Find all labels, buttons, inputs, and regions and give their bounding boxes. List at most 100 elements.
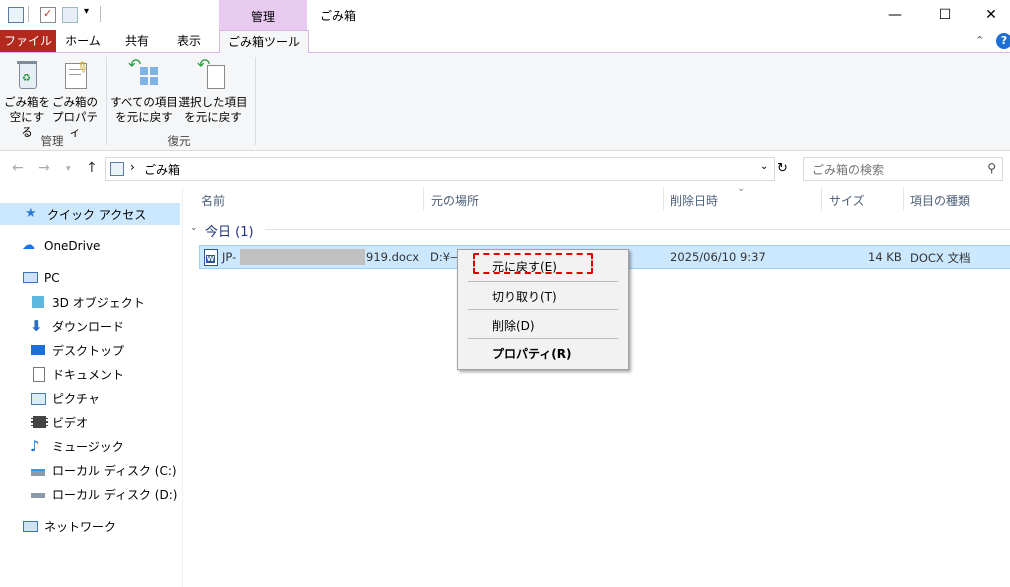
nav-label: ローカル ディスク (C:) <box>52 463 177 478</box>
maximize-button[interactable]: ☐ <box>922 0 968 30</box>
nav-item-pc[interactable]: PC <box>22 267 60 289</box>
menu-item-cut[interactable]: 切り取り(T) <box>492 288 557 305</box>
group-divider <box>265 229 1010 230</box>
column-size[interactable]: サイズ <box>829 192 865 209</box>
restore-all-label-2: を元に戻す <box>115 110 173 124</box>
star-icon: ★ <box>25 206 37 221</box>
nav-item-desktop[interactable]: デスクトップ <box>30 339 124 361</box>
restore-selected-button[interactable]: ↶ 選択した項目 を元に戻す <box>178 57 248 125</box>
nav-item-quick-access[interactable]: ★ クイック アクセス <box>0 203 180 225</box>
tab-file[interactable]: ファイル <box>0 30 56 52</box>
properties-label-1: ごみ箱の <box>52 95 98 109</box>
nav-label: デスクトップ <box>52 343 125 358</box>
restore-all-label-1: すべての項目 <box>110 95 178 109</box>
restore-all-icon: ↶ <box>128 57 160 91</box>
properties-icon: ✎ <box>59 58 92 91</box>
nav-item-onedrive[interactable]: ☁ OneDrive <box>22 235 100 257</box>
tab-view[interactable]: 表示 <box>166 30 212 52</box>
divider <box>100 6 101 22</box>
close-button[interactable]: ✕ <box>968 0 1010 30</box>
group-collapse-chevron-icon[interactable]: ⌄ <box>190 223 198 233</box>
column-original-location[interactable]: 元の場所 <box>431 192 479 209</box>
title-bar: ✓ ▾ 管理 ごみ箱 — ☐ ✕ <box>0 0 1010 30</box>
group-separator <box>255 57 256 145</box>
new-folder-icon[interactable] <box>62 7 78 23</box>
group-restore-label: 復元 <box>167 134 191 148</box>
cube-icon <box>30 294 46 310</box>
restore-selected-icon: ↶ <box>197 57 229 91</box>
search-icon[interactable]: ⚲ <box>987 161 996 175</box>
nav-item-music[interactable]: ♪ ミュージック <box>30 435 124 457</box>
address-dropdown-icon[interactable]: ⌄ <box>760 161 768 172</box>
menu-separator <box>468 338 618 339</box>
recycle-bin-icon <box>8 7 24 23</box>
address-bar[interactable]: › ごみ箱 ⌄ <box>105 157 775 181</box>
column-separator[interactable] <box>821 187 822 211</box>
nav-label: ダウンロード <box>52 319 125 334</box>
menu-item-properties[interactable]: プロパティ(R) <box>492 345 572 362</box>
nav-label: OneDrive <box>44 239 101 253</box>
music-note-icon: ♪ <box>30 437 40 455</box>
file-size: 14 KB <box>868 250 902 264</box>
up-arrow-icon[interactable]: ↑ <box>86 160 98 176</box>
forward-arrow-icon[interactable]: → <box>38 160 50 176</box>
help-icon[interactable]: ? <box>996 33 1010 49</box>
nav-item-documents[interactable]: ドキュメント <box>30 363 124 385</box>
file-type: DOCX 文档 <box>910 251 971 265</box>
recycle-bin-properties-button[interactable]: ✎ ごみ箱の プロパティ <box>50 58 100 140</box>
nav-label: PC <box>44 271 60 285</box>
properties-check-icon[interactable]: ✓ <box>40 7 56 23</box>
column-name[interactable]: 名前 <box>201 192 225 209</box>
ribbon-tabs: ファイル ホーム 共有 表示 ごみ箱ツール ⌃ ? <box>0 30 1010 54</box>
empty-bin-label-1: ごみ箱を <box>4 95 50 109</box>
nav-label: 3D オブジェクト <box>52 295 145 310</box>
breadcrumb-separator-icon: › <box>130 160 135 174</box>
nav-item-local-disk-d[interactable]: ローカル ディスク (D:) <box>30 483 177 505</box>
tab-share[interactable]: 共有 <box>114 30 160 52</box>
nav-label: ピクチャ <box>52 391 100 406</box>
nav-item-downloads[interactable]: ⬇ ダウンロード <box>30 315 124 337</box>
word-document-icon: W <box>204 249 218 266</box>
nav-label: ネットワーク <box>44 519 117 534</box>
menu-item-restore[interactable]: 元に戻す(E) <box>492 258 557 275</box>
tab-recycle-bin-tools[interactable]: ごみ箱ツール <box>219 30 309 54</box>
tab-home[interactable]: ホーム <box>60 30 106 52</box>
ribbon-collapse-icon[interactable]: ⌃ <box>975 34 984 47</box>
sort-indicator-icon: ⌄ <box>737 183 746 194</box>
group-separator <box>106 57 107 145</box>
search-box[interactable]: ⚲ <box>803 157 1003 181</box>
address-bar-row: ← → ▾ ↑ › ごみ箱 ⌄ ↻ ⚲ <box>0 151 1010 187</box>
breadcrumb[interactable]: ごみ箱 <box>144 161 180 178</box>
nav-label: ローカル ディスク (D:) <box>52 487 178 502</box>
column-header-row: ⌄ 名前 元の場所 削除日時 サイズ 項目の種類 <box>183 183 1010 211</box>
group-header-today[interactable]: 今日 (1) <box>205 221 254 240</box>
video-icon <box>30 414 48 430</box>
refresh-icon[interactable]: ↻ <box>777 161 788 176</box>
search-input[interactable] <box>810 160 984 179</box>
network-icon <box>22 518 38 534</box>
nav-item-network[interactable]: ネットワーク <box>22 515 116 537</box>
nav-item-pictures[interactable]: ピクチャ <box>30 387 100 409</box>
menu-item-delete[interactable]: 削除(D) <box>492 317 535 334</box>
drive-icon <box>30 462 46 478</box>
file-name-suffix: 919.docx <box>366 250 420 264</box>
restore-all-button[interactable]: ↶ すべての項目 を元に戻す <box>110 57 178 125</box>
qa-dropdown-icon[interactable]: ▾ <box>84 6 89 17</box>
nav-item-local-disk-c[interactable]: ローカル ディスク (C:) <box>30 459 177 481</box>
nav-label: ドキュメント <box>52 367 125 382</box>
column-separator[interactable] <box>663 187 664 211</box>
back-arrow-icon[interactable]: ← <box>12 160 24 176</box>
column-separator[interactable] <box>423 187 424 211</box>
window-title: ごみ箱 <box>320 9 357 23</box>
recent-dropdown-icon[interactable]: ▾ <box>66 164 71 174</box>
nav-item-3d-objects[interactable]: 3D オブジェクト <box>30 291 145 313</box>
column-type[interactable]: 項目の種類 <box>910 192 970 209</box>
nav-item-videos[interactable]: ビデオ <box>30 411 88 433</box>
restore-selected-label-2: を元に戻す <box>184 110 242 124</box>
column-date-deleted[interactable]: 削除日時 <box>670 192 718 209</box>
minimize-button[interactable]: — <box>872 0 918 30</box>
column-separator[interactable] <box>903 187 904 211</box>
empty-recycle-bin-button[interactable]: ♻ ごみ箱を 空にする <box>4 59 50 140</box>
ribbon: ♻ ごみ箱を 空にする ✎ ごみ箱の プロパティ 管理 ↶ すべての項目 を元に… <box>0 53 1010 151</box>
context-tab-label: 管理 <box>250 10 275 24</box>
